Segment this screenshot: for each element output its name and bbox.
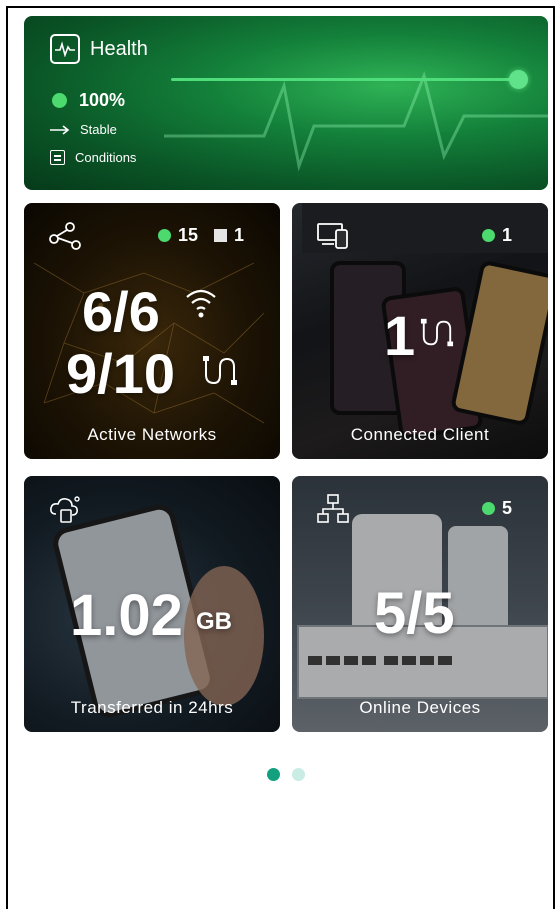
- online-devices-value: 5/5: [374, 581, 455, 646]
- health-card[interactable]: Health 100% Stable Conditions: [24, 16, 548, 190]
- topology-icon: [317, 494, 349, 523]
- cable-icon: [203, 356, 237, 385]
- online-dot-icon: [481, 229, 495, 242]
- health-title: Health: [90, 37, 148, 60]
- wired-networks-value: 9/10: [66, 342, 175, 405]
- tile-caption: Transferred in 24hrs: [70, 698, 234, 717]
- clients-online-count: 1: [501, 225, 512, 245]
- health-level-track: [171, 78, 521, 81]
- health-percent: 100%: [79, 90, 126, 110]
- network-nodes-icon: [49, 222, 81, 250]
- tile-caption: Connected Client: [350, 425, 490, 444]
- page-indicator: [267, 768, 317, 781]
- checklist-icon: [50, 150, 65, 165]
- data-transferred-tile[interactable]: 1.02 GB Transferred in 24hrs: [24, 476, 280, 732]
- transferred-unit: GB: [196, 608, 232, 635]
- status-dot-icon: [52, 93, 67, 108]
- wireless-networks-value: 6/6: [82, 280, 160, 343]
- page-dot[interactable]: [292, 768, 305, 781]
- connected-client-tile[interactable]: 1 1 Connected Client: [292, 203, 548, 459]
- tile-caption: Active Networks: [87, 425, 217, 444]
- devices-online-count: 5: [501, 498, 512, 518]
- health-status: Stable: [80, 122, 117, 137]
- health-level-knob: [509, 70, 528, 89]
- wifi-icon: [186, 289, 216, 318]
- online-dot-icon: [481, 502, 495, 515]
- online-dot-icon: [157, 229, 171, 242]
- connected-clients-value: 1: [384, 304, 416, 367]
- transferred-value: 1.02: [70, 583, 183, 648]
- networks-online-count: 15: [177, 225, 198, 245]
- tile-caption: Online Devices: [359, 698, 481, 717]
- networks-offline-count: 1: [233, 225, 244, 245]
- data-transfer-icon: [50, 496, 80, 523]
- active-networks-tile[interactable]: 15 1 6/6 9/10 Active Networks: [24, 203, 280, 459]
- page-dot-active[interactable]: [267, 768, 280, 781]
- conditions-link[interactable]: Conditions: [50, 150, 136, 165]
- devices-icon: [317, 223, 348, 249]
- conditions-label: Conditions: [75, 150, 137, 165]
- online-devices-tile[interactable]: 5 5/5 Online Devices: [292, 476, 548, 732]
- cable-icon: [420, 318, 454, 347]
- offline-square-icon: [213, 229, 227, 242]
- pulse-icon: [50, 34, 80, 64]
- arrow-right-icon: [50, 124, 70, 135]
